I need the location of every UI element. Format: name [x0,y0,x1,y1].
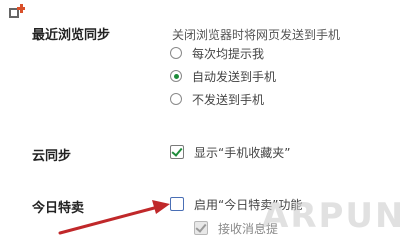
add-icon[interactable] [9,4,25,20]
radio-button[interactable] [170,47,182,59]
recent-sync-description: 关闭浏览器时将网页发送到手机 [172,28,341,42]
radio-option-label: 不发送到手机 [192,92,265,107]
daily-deal-title: 今日特卖 [32,201,85,216]
add-icon-plus-v [19,4,23,13]
show-mobile-favorites-checkbox[interactable] [170,145,184,159]
receive-message-option[interactable]: 接收消息提 [194,219,278,237]
receive-message-checkbox[interactable] [194,221,208,235]
arrow-head [152,200,170,214]
radio-button[interactable] [170,93,182,105]
radio-button-selected[interactable] [170,70,182,82]
recent-sync-title: 最近浏览同步 [32,28,111,43]
enable-daily-deal-label: 启用“今日特卖”功能 [194,197,303,212]
show-mobile-favorites-label: 显示“手机收藏夹” [194,145,291,160]
radio-option-auto-send[interactable]: 自动发送到手机 [170,68,276,84]
daily-deal-option[interactable]: 启用“今日特卖”功能 [170,195,302,213]
radio-option-prompt[interactable]: 每次均提示我 [170,45,264,61]
settings-page: 最近浏览同步 关闭浏览器时将网页发送到手机 每次均提示我 自动发送到手机 不发送… [0,0,400,251]
cloud-sync-title: 云同步 [32,149,72,164]
radio-option-label: 每次均提示我 [192,46,265,61]
enable-daily-deal-checkbox[interactable] [170,197,184,211]
radio-option-label: 自动发送到手机 [192,69,277,84]
cloud-sync-option[interactable]: 显示“手机收藏夹” [170,143,290,161]
radio-option-no-send[interactable]: 不发送到手机 [170,91,264,107]
receive-message-label: 接收消息提 [218,221,279,236]
